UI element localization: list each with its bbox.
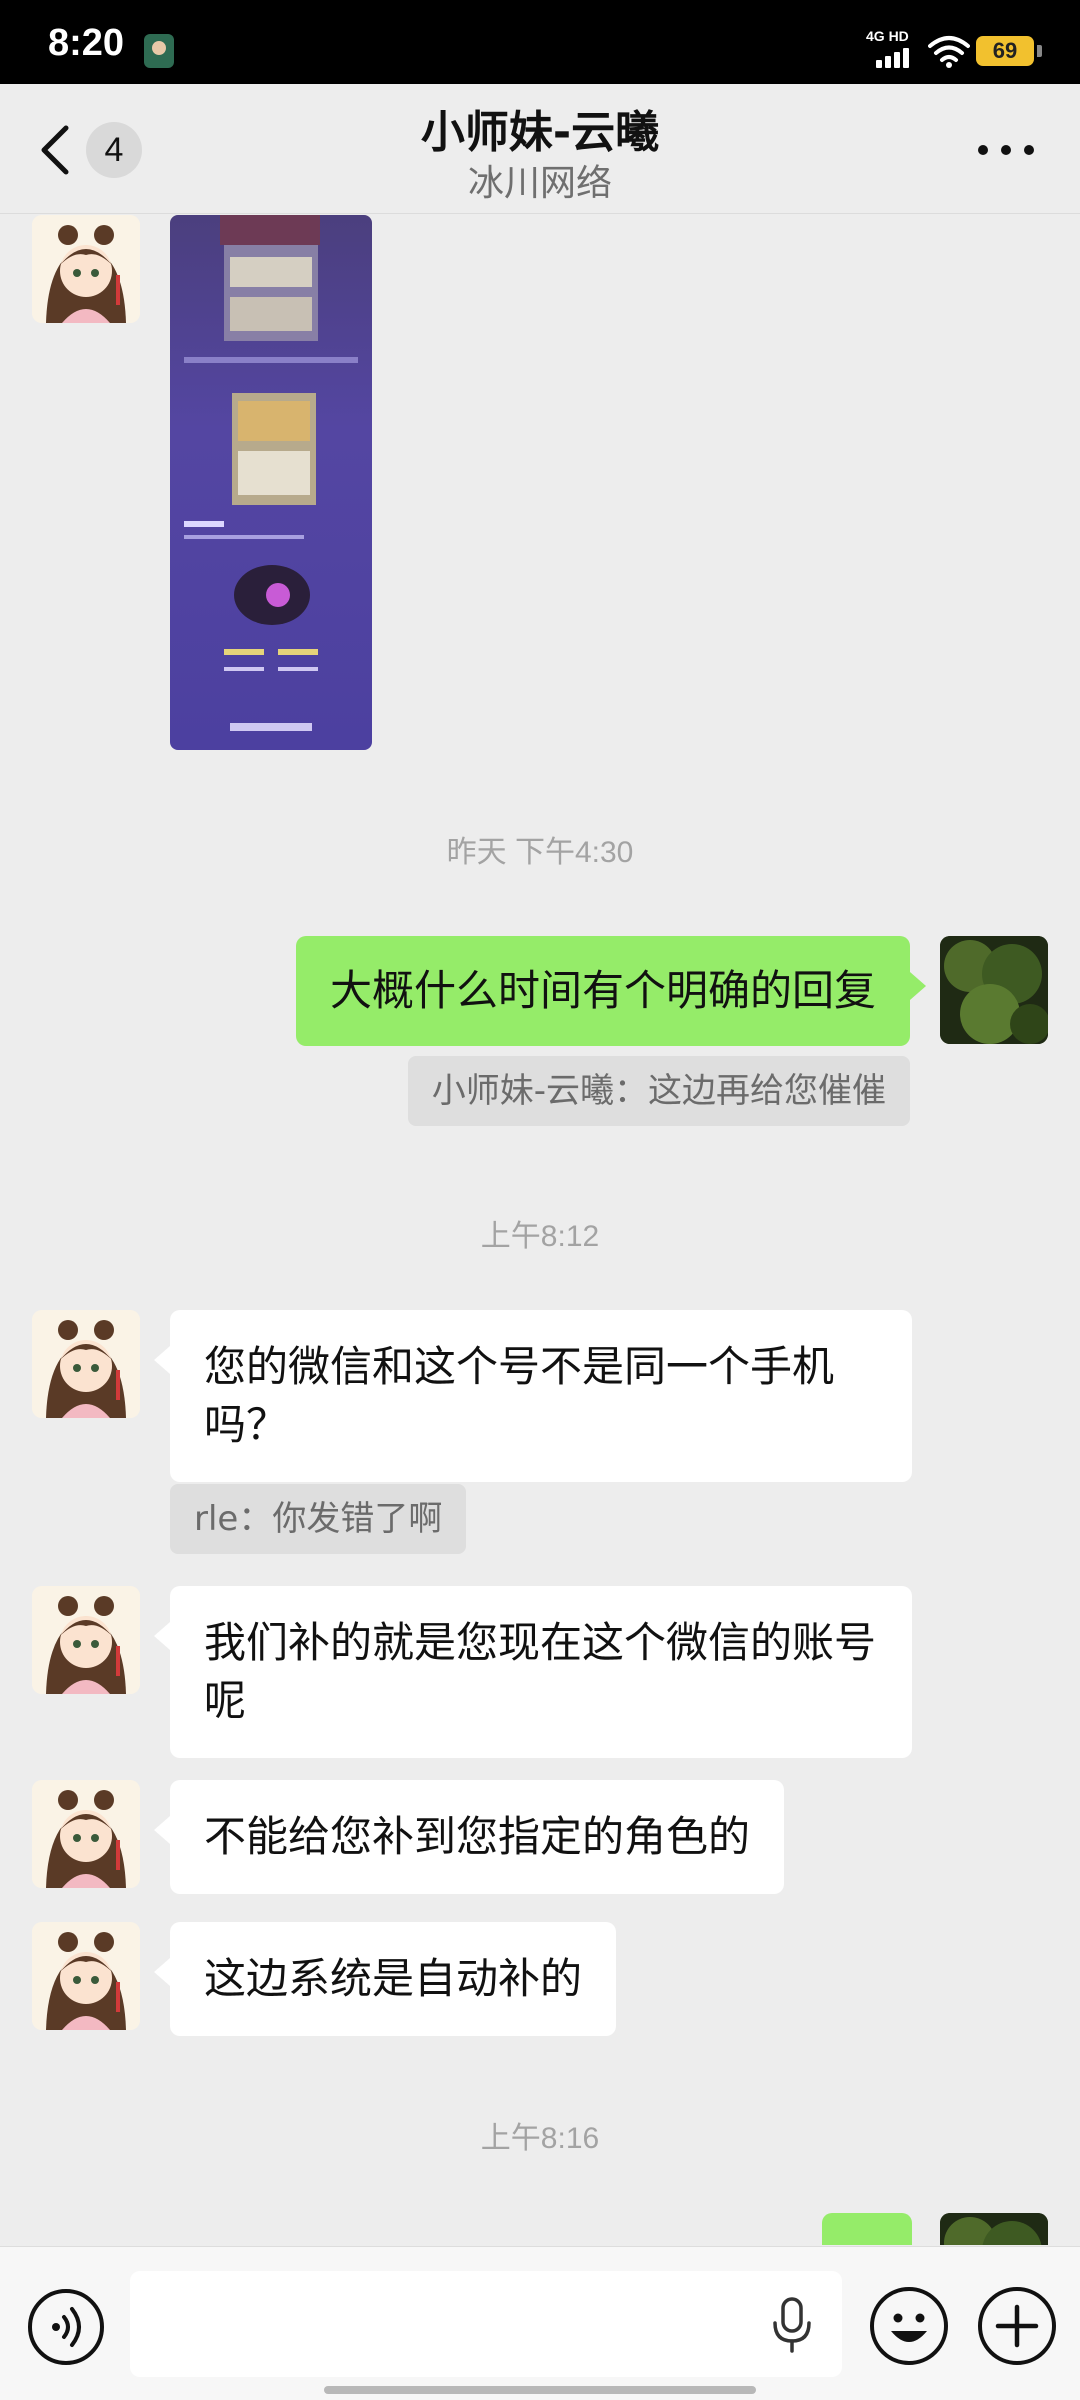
girl-avatar-icon <box>32 1780 140 1888</box>
incoming-message[interactable]: 我们补的就是您现在这个微信的账号呢 <box>154 1586 912 1758</box>
incoming-message[interactable]: 您的微信和这个号不是同一个手机吗？ <box>154 1310 912 1482</box>
input-bar <box>0 2246 1080 2400</box>
message-input[interactable] <box>130 2271 842 2377</box>
contact-avatar[interactable] <box>32 1310 140 1418</box>
self-avatar[interactable] <box>940 936 1048 1044</box>
battery-indicator: 69 <box>976 36 1042 66</box>
message-timestamp: 上午8:16 <box>480 2122 600 2155</box>
tree-avatar-icon <box>940 2213 1048 2245</box>
home-indicator[interactable] <box>324 2386 756 2394</box>
quoted-reply[interactable]: rle：你发错了啊 <box>170 1484 467 1554</box>
emoji-icon[interactable] <box>870 2287 948 2365</box>
chat-header: 4 小师妹-云曦 冰川网络 <box>0 84 1080 214</box>
message-timestamp: 昨天 下午4:30 <box>446 836 634 869</box>
quoted-reply[interactable]: 小师妹-云曦：这边再给您催催 <box>407 1056 910 1126</box>
chat-title[interactable]: 小师妹-云曦 <box>0 96 1080 160</box>
incoming-message[interactable]: 这边系统是自动补的 <box>153 1922 617 2036</box>
outgoing-message[interactable]: 大概什么时间有个明确的回复 <box>295 936 927 1046</box>
signal-icon <box>876 46 920 68</box>
chat-subtitle: 冰川网络 <box>467 163 612 204</box>
status-bar: 8:20 4G HD 69 <box>0 0 1080 84</box>
game-screenshot-image <box>184 215 358 731</box>
girl-avatar-icon <box>32 1310 140 1418</box>
image-message[interactable] <box>170 215 372 750</box>
contact-avatar[interactable] <box>32 215 140 323</box>
status-time: 8:20 <box>48 22 125 64</box>
outgoing-message-partial[interactable] <box>822 2213 912 2245</box>
plus-icon[interactable] <box>978 2287 1056 2365</box>
contact-avatar[interactable] <box>32 1586 140 1694</box>
app-notification-icon <box>144 34 174 68</box>
girl-avatar-icon <box>32 215 140 323</box>
girl-avatar-icon <box>32 1586 140 1694</box>
girl-avatar-icon <box>32 1922 140 2030</box>
contact-avatar[interactable] <box>32 1780 140 1888</box>
self-avatar[interactable] <box>940 2213 1048 2245</box>
incoming-message[interactable]: 不能给您补到您指定的角色的 <box>153 1780 785 1894</box>
more-icon[interactable] <box>976 134 1036 164</box>
tree-avatar-icon <box>940 936 1048 1044</box>
wifi-icon <box>928 36 970 68</box>
microphone-icon[interactable] <box>770 2297 814 2353</box>
network-label: 4G HD <box>866 28 909 44</box>
voice-icon[interactable] <box>28 2289 104 2365</box>
contact-avatar[interactable] <box>32 1922 140 2030</box>
message-list[interactable]: 昨天 下午4:30 大概什么时间有个明确的回复 小师妹-云曦：这边再给您催催 上… <box>0 215 1080 2245</box>
message-timestamp: 上午8:12 <box>480 1220 600 1253</box>
